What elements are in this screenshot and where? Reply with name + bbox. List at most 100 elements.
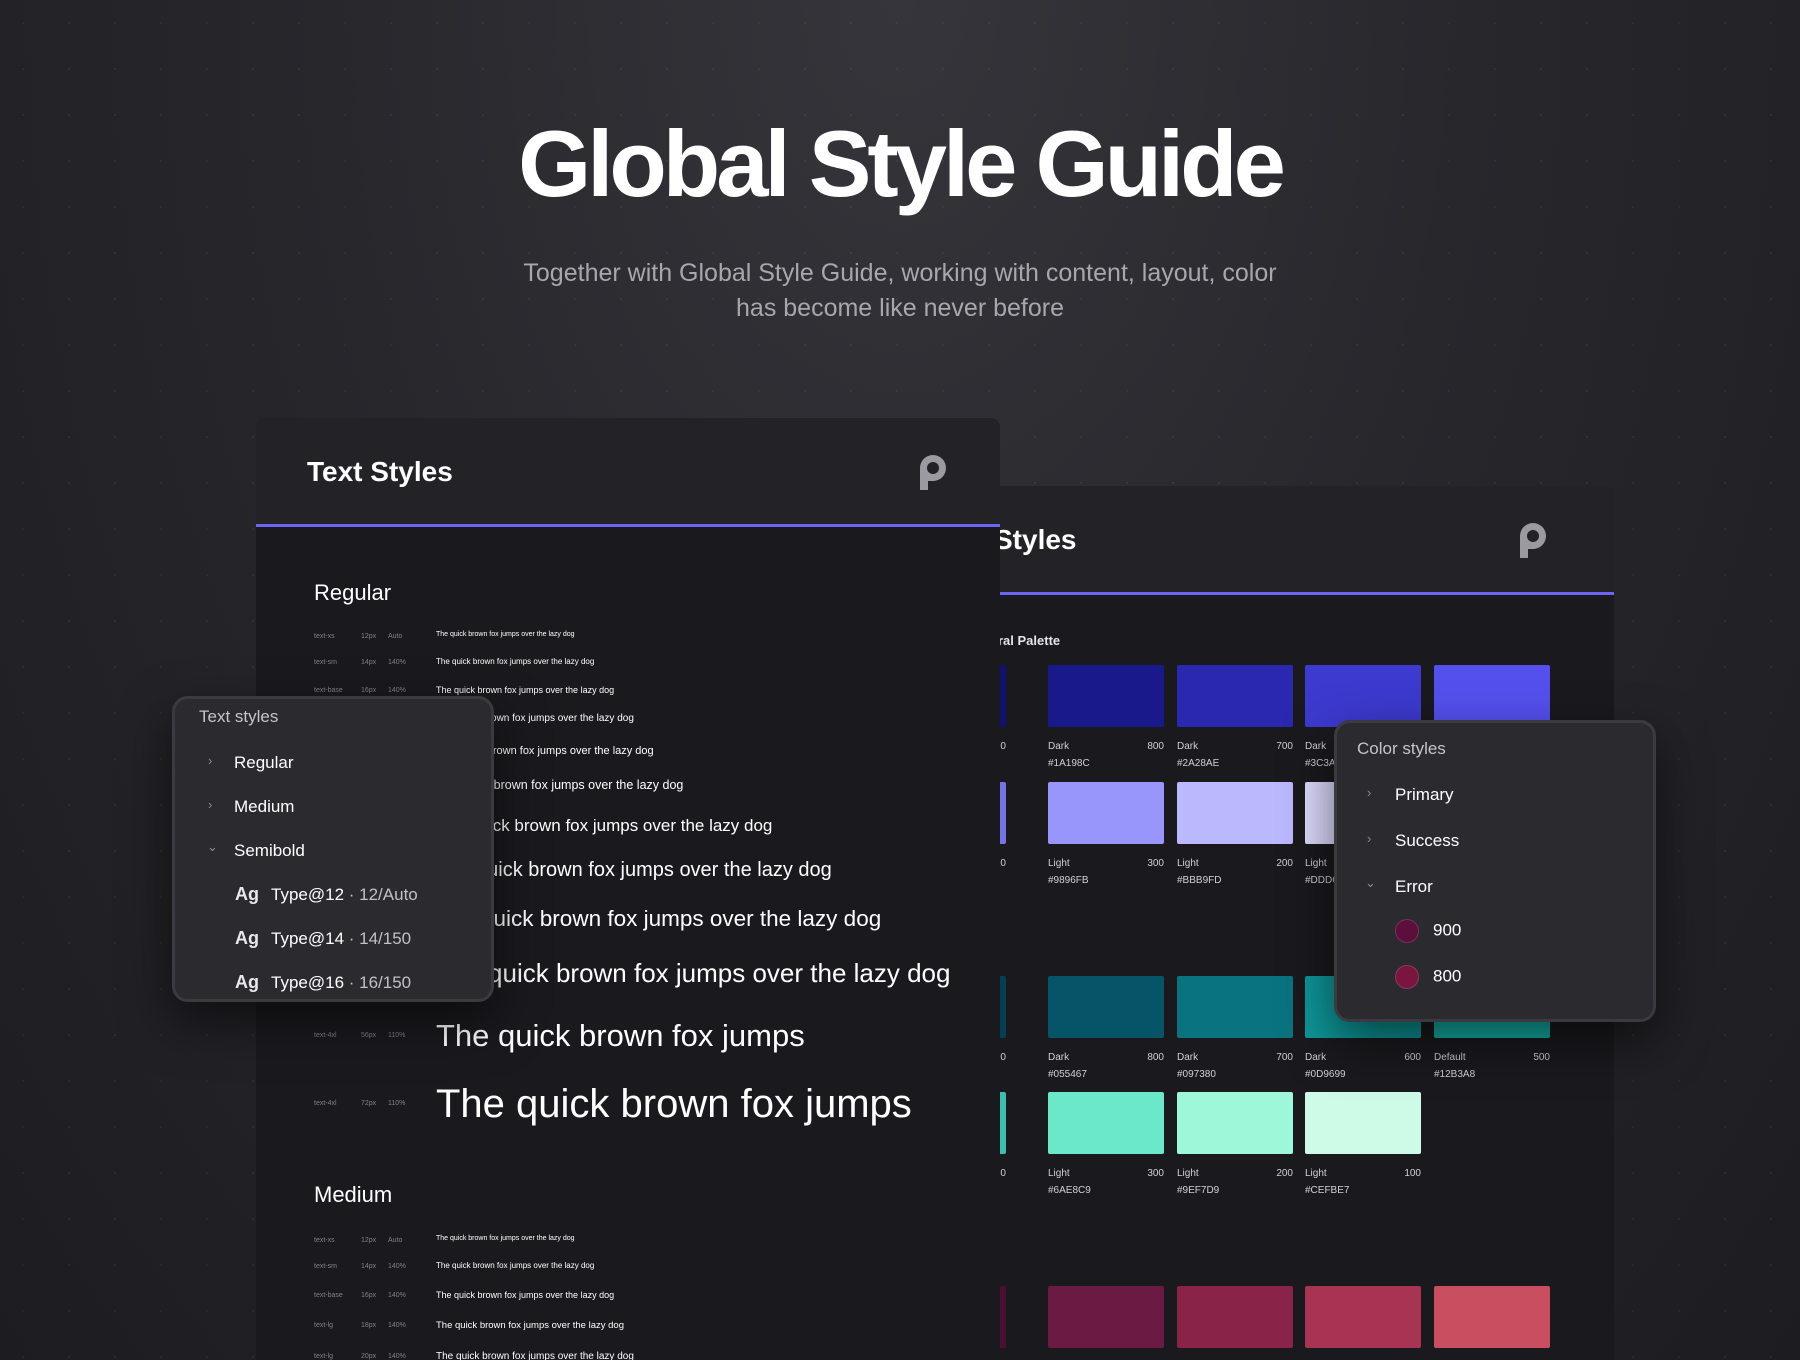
type-style-spec: · 16/150 xyxy=(344,973,411,992)
type-spec-lh: 140% xyxy=(388,1263,406,1270)
color-dot-icon xyxy=(1395,919,1419,943)
swatch-number: 600 xyxy=(1404,1049,1421,1066)
type-sample: The quick brown fox jumps over the lazy … xyxy=(436,685,614,695)
type-style-item[interactable]: Ag Type@12 · 12/Auto xyxy=(235,884,418,905)
color-style-item[interactable]: 900 xyxy=(1395,919,1461,943)
color-styles-panel: Color styles › Primary › Success ⌄ Error… xyxy=(1334,720,1656,1022)
swatch-hex: #9896FB xyxy=(1048,872,1164,889)
type-sample: The quick brown fox jumps over the lazy … xyxy=(436,906,881,932)
color-swatch[interactable] xyxy=(1048,665,1164,727)
color-swatch[interactable] xyxy=(1434,665,1550,727)
type-spec-name: text-sm xyxy=(314,1263,337,1270)
swatch-hex: #12B3A8 xyxy=(1434,1066,1550,1083)
type-style-item[interactable]: AgType@16 · 16/150 xyxy=(235,972,411,993)
type-spec-size: 12px xyxy=(361,1237,376,1244)
swatch-number: 300 xyxy=(1147,855,1164,872)
type-sample: The quick brown fox jumps over the lazy … xyxy=(436,631,575,638)
chevron-down-icon: ⌄ xyxy=(207,839,218,855)
subtitle-line-1: Together with Global Style Guide, workin… xyxy=(523,259,1276,287)
card-header: Styles xyxy=(980,486,1614,595)
color-swatch[interactable] xyxy=(1305,1286,1421,1348)
swatch-meta: Dark#097380700 xyxy=(1177,1049,1293,1083)
swatch-meta: Default#12B3A8500 xyxy=(1434,1049,1550,1083)
type-spec-size: 14px xyxy=(361,1263,376,1270)
swatch-hex: #1A198C xyxy=(1048,755,1164,772)
text-styles-panel: Text styles › Regular › Medium ⌄ Semibol… xyxy=(172,696,494,1002)
color-swatch[interactable] xyxy=(1177,782,1293,844)
swatch-meta: Dark#0D9699600 xyxy=(1305,1049,1421,1083)
tree-item-label: Error xyxy=(1395,877,1433,897)
type-spec-name: text-base xyxy=(314,687,343,694)
type-sample: The quick brown fox jumps xyxy=(436,1082,912,1127)
type-sample: The quick brown fox jumps over the lazy … xyxy=(436,859,832,882)
tree-item-label: Primary xyxy=(1395,785,1454,805)
type-spec-name: text-lg xyxy=(314,1353,333,1360)
type-spec-name: text-4xl xyxy=(314,1032,337,1039)
swatch-hex: #CEFBE7 xyxy=(1305,1182,1421,1199)
color-swatch[interactable] xyxy=(1177,665,1293,727)
type-style-spec: · 12/Auto xyxy=(344,885,418,904)
swatch-meta: Light#CEFBE7100 xyxy=(1305,1165,1421,1199)
type-spec-lh: 110% xyxy=(388,1100,405,1107)
swatch-meta: Light#6AE8C9300 xyxy=(1048,1165,1164,1199)
type-spec-size: 72px xyxy=(361,1100,376,1107)
swatch-number: 200 xyxy=(1276,855,1293,872)
tree-item-label: Semibold xyxy=(234,841,305,861)
swatch-meta: Dark#1A198C800 xyxy=(1048,738,1164,772)
card-title: Styles xyxy=(994,524,1077,556)
page-subtitle: Together with Global Style Guide, workin… xyxy=(500,256,1300,326)
color-swatch[interactable] xyxy=(1305,1092,1421,1154)
color-swatch[interactable] xyxy=(1177,1092,1293,1154)
type-preview-icon: Ag xyxy=(235,928,259,948)
swatch-hex: #2A28AE xyxy=(1177,755,1293,772)
swatch-number: 800 xyxy=(1147,1049,1164,1066)
type-spec-size: 16px xyxy=(361,1292,376,1299)
color-style-item[interactable]: 800 xyxy=(1395,965,1461,989)
swatch-hex: #BBB9FD xyxy=(1177,872,1293,889)
type-sample: The quick brown fox jumps over the lazy … xyxy=(436,1320,624,1331)
type-style-spec: · 14/150 xyxy=(344,929,411,948)
color-swatch[interactable] xyxy=(1305,665,1421,727)
section-heading-medium: Medium xyxy=(314,1182,392,1208)
type-spec-lh: 140% xyxy=(388,1353,406,1360)
type-sample: The quick brown fox jumps over the lazy … xyxy=(436,1351,634,1360)
type-spec-size: 14px xyxy=(361,659,376,666)
type-spec-name: text-xs xyxy=(314,633,335,640)
swatch-hex: #0D9699 xyxy=(1305,1066,1421,1083)
color-swatch[interactable] xyxy=(1177,976,1293,1038)
color-swatch[interactable] xyxy=(1434,1286,1550,1348)
type-spec-size: 16px xyxy=(361,687,376,694)
color-style-name: 800 xyxy=(1433,966,1461,985)
type-spec-size: 56px xyxy=(361,1032,376,1039)
swatch-number: 100 xyxy=(1404,1165,1421,1182)
type-spec-lh: 140% xyxy=(388,659,406,666)
color-swatch[interactable] xyxy=(1048,1092,1164,1154)
type-spec-lh: 140% xyxy=(388,1322,406,1329)
color-swatch[interactable] xyxy=(1177,1286,1293,1348)
section-heading-regular: Regular xyxy=(314,580,391,606)
type-style-item[interactable]: AgType@14 · 14/150 xyxy=(235,928,411,949)
swatch-number: 700 xyxy=(1276,1049,1293,1066)
type-preview-icon: Ag xyxy=(235,972,259,992)
brand-logo-icon xyxy=(916,450,950,492)
swatch-hex: #9EF7D9 xyxy=(1177,1182,1293,1199)
color-swatch[interactable] xyxy=(1048,976,1164,1038)
swatch-hex: #055467 xyxy=(1048,1066,1164,1083)
tree-item-label: Medium xyxy=(234,797,294,817)
swatch-hex: #097380 xyxy=(1177,1066,1293,1083)
type-preview-icon: Ag xyxy=(235,884,259,904)
chevron-right-icon: › xyxy=(208,753,212,768)
subtitle-line-2: has become like never before xyxy=(736,294,1064,322)
card-title: Text Styles xyxy=(307,456,453,488)
panel-title: Text styles xyxy=(199,707,278,727)
type-spec-size: 18px xyxy=(361,1322,376,1329)
type-style-name: Type@12 xyxy=(271,885,344,904)
tree-item-label: Regular xyxy=(234,753,294,773)
type-spec-size: 20px xyxy=(361,1353,376,1360)
swatch-meta: Dark#055467800 xyxy=(1048,1049,1164,1083)
swatch-meta: Dark#2A28AE700 xyxy=(1177,738,1293,772)
color-swatch[interactable] xyxy=(1048,1286,1164,1348)
color-swatch[interactable] xyxy=(1048,782,1164,844)
type-sample: The quick brown fox jumps over the lazy … xyxy=(436,1235,575,1242)
color-style-name: 900 xyxy=(1433,920,1461,939)
